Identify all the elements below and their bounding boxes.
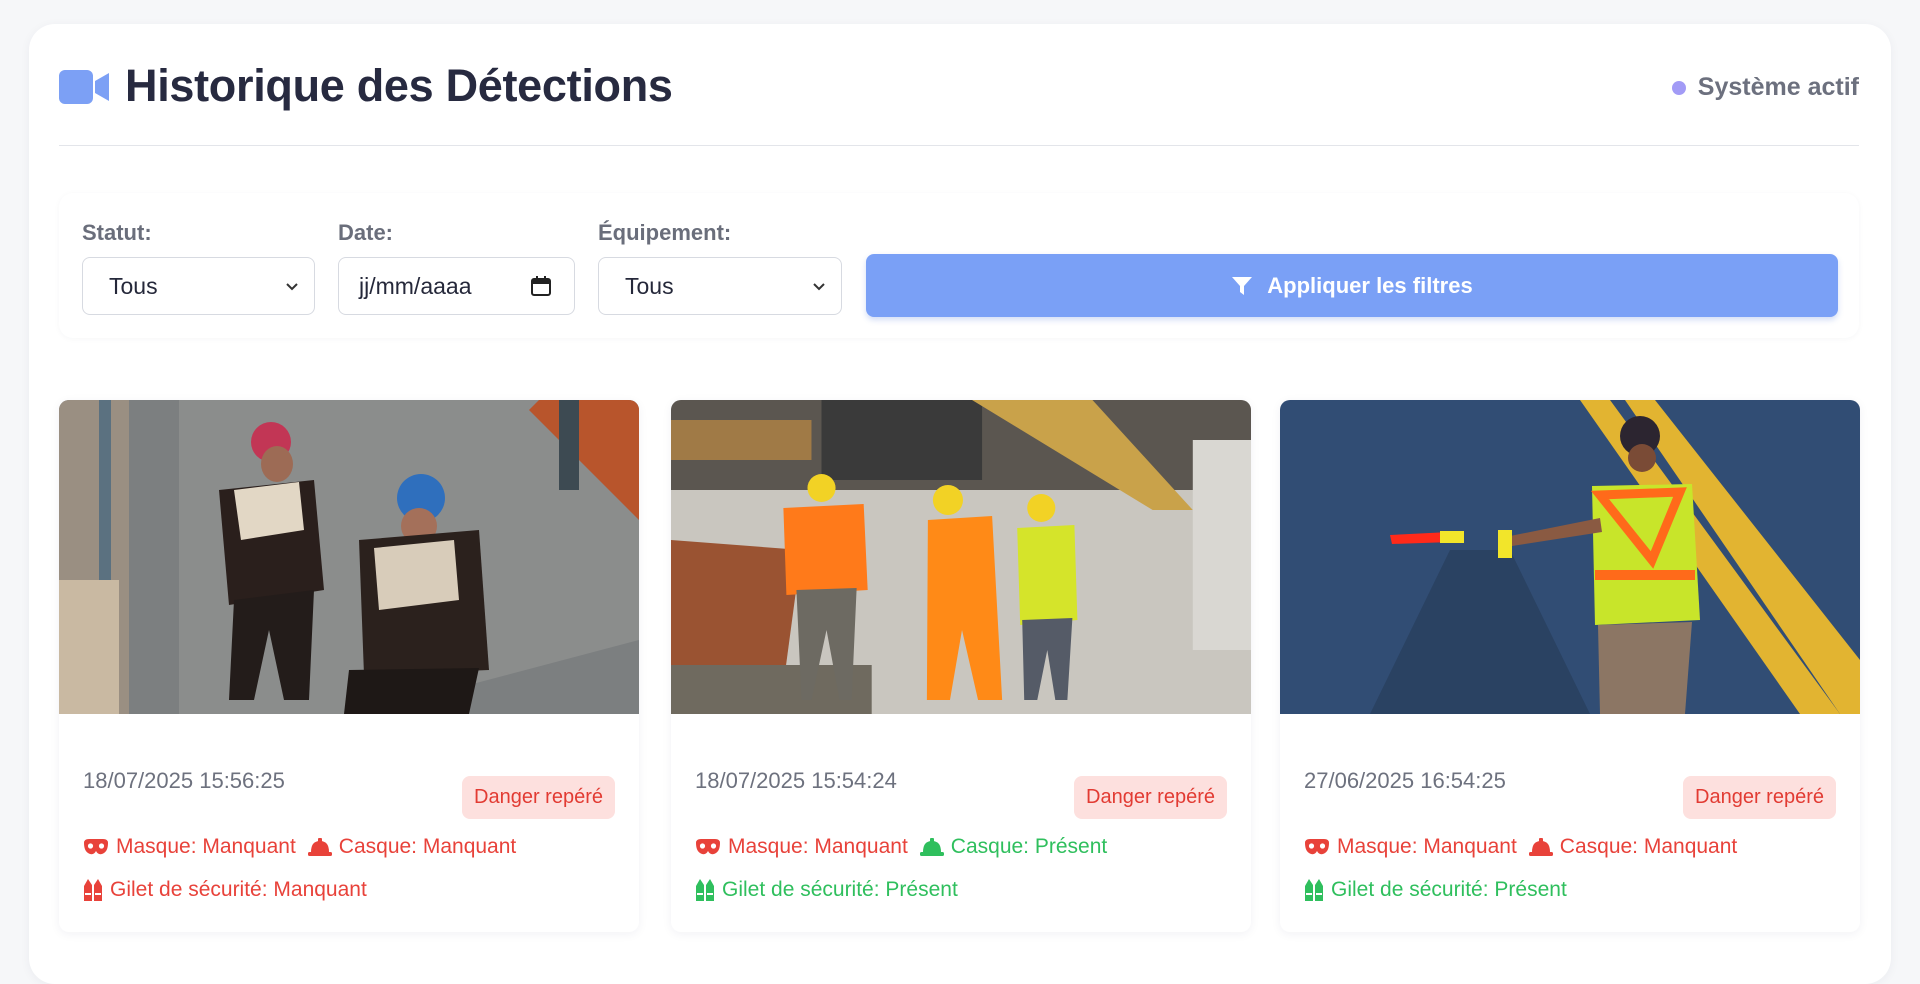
safety-vest-icon xyxy=(696,879,714,901)
detection-card[interactable]: 18/07/2025 15:56:25 Danger repéré Masque… xyxy=(59,400,639,932)
equipment-row: Gilet de sécurité: Manquant xyxy=(83,878,369,902)
mask-icon xyxy=(84,839,108,855)
vest-status: Gilet de sécurité: Manquant xyxy=(83,878,367,902)
danger-badge: Danger repéré xyxy=(1683,776,1836,819)
page-header: Historique des Détections Système actif xyxy=(59,56,1859,146)
apply-filters-button[interactable]: Appliquer les filtres xyxy=(866,254,1838,317)
filter-icon xyxy=(1232,276,1253,295)
status-select-value: Tous xyxy=(109,272,158,299)
system-status: Système actif xyxy=(1671,73,1859,102)
vest-status-text: Gilet de sécurité: Manquant xyxy=(110,878,367,901)
chevron-down-icon xyxy=(813,283,825,291)
mask-status: Masque: Manquant xyxy=(1304,835,1517,859)
date-filter-label: Date: xyxy=(338,220,394,245)
equipment-select-value: Tous xyxy=(625,272,674,299)
mask-status: Masque: Manquant xyxy=(83,835,296,859)
status-text: Système actif xyxy=(1697,73,1859,101)
danger-badge: Danger repéré xyxy=(1074,776,1227,819)
calendar-icon[interactable] xyxy=(530,275,552,297)
vest-status-text: Gilet de sécurité: Présent xyxy=(722,878,958,901)
mask-icon xyxy=(1305,839,1329,855)
detection-timestamp: 27/06/2025 16:54:25 xyxy=(1304,768,1506,793)
detection-image[interactable] xyxy=(671,400,1251,714)
hard-hat-icon xyxy=(307,838,332,856)
helmet-status: Casque: Présent xyxy=(919,835,1108,859)
helmet-status-text: Casque: Manquant xyxy=(338,835,517,858)
equipment-row: Gilet de sécurité: Présent xyxy=(695,878,960,902)
date-input-placeholder: jj/mm/aaaa xyxy=(359,272,472,299)
status-select[interactable]: Tous xyxy=(82,257,315,315)
mask-status: Masque: Manquant xyxy=(695,835,908,859)
detection-card[interactable]: 27/06/2025 16:54:25 Danger repéré Masque… xyxy=(1280,400,1860,932)
helmet-status-text: Casque: Présent xyxy=(950,835,1108,858)
equipment-filter-label: Équipement: xyxy=(598,220,732,245)
page-title: Historique des Détections xyxy=(125,60,673,111)
equipment-row: Masque: Manquant Casque: Manquant xyxy=(83,835,518,859)
safety-vest-icon xyxy=(84,879,102,901)
mask-status-text: Masque: Manquant xyxy=(728,835,908,858)
date-input[interactable]: jj/mm/aaaa xyxy=(338,257,575,315)
equipment-row: Masque: Manquant Casque: Manquant xyxy=(1304,835,1739,859)
mask-icon xyxy=(696,839,720,855)
danger-badge: Danger repéré xyxy=(462,776,615,819)
chevron-down-icon xyxy=(286,283,298,291)
safety-vest-icon xyxy=(1305,879,1323,901)
vest-status: Gilet de sécurité: Présent xyxy=(1304,878,1567,902)
detection-timestamp: 18/07/2025 15:56:25 xyxy=(83,768,285,793)
filters-bar: Statut: Tous Date: jj/mm/aaaa Équipement… xyxy=(59,193,1859,338)
equipment-select[interactable]: Tous xyxy=(598,257,842,315)
equipment-row: Masque: Manquant Casque: Présent xyxy=(695,835,1109,859)
hard-hat-icon xyxy=(919,838,944,856)
helmet-status: Casque: Manquant xyxy=(1528,835,1738,859)
vest-status-text: Gilet de sécurité: Présent xyxy=(1331,878,1567,901)
video-camera-icon xyxy=(59,70,109,104)
equipment-row: Gilet de sécurité: Présent xyxy=(1304,878,1569,902)
detection-card[interactable]: 18/07/2025 15:54:24 Danger repéré Masque… xyxy=(671,400,1251,932)
vest-status: Gilet de sécurité: Présent xyxy=(695,878,958,902)
mask-status-text: Masque: Manquant xyxy=(116,835,296,858)
detection-timestamp: 18/07/2025 15:54:24 xyxy=(695,768,897,793)
mask-status-text: Masque: Manquant xyxy=(1337,835,1517,858)
status-filter-label: Statut: xyxy=(82,220,152,245)
helmet-status-text: Casque: Manquant xyxy=(1559,835,1738,858)
helmet-status: Casque: Manquant xyxy=(307,835,517,859)
detection-image[interactable] xyxy=(59,400,639,714)
apply-filters-label: Appliquer les filtres xyxy=(1267,272,1473,298)
status-dot-icon xyxy=(1671,80,1686,95)
detection-image[interactable] xyxy=(1280,400,1860,714)
hard-hat-icon xyxy=(1528,838,1553,856)
